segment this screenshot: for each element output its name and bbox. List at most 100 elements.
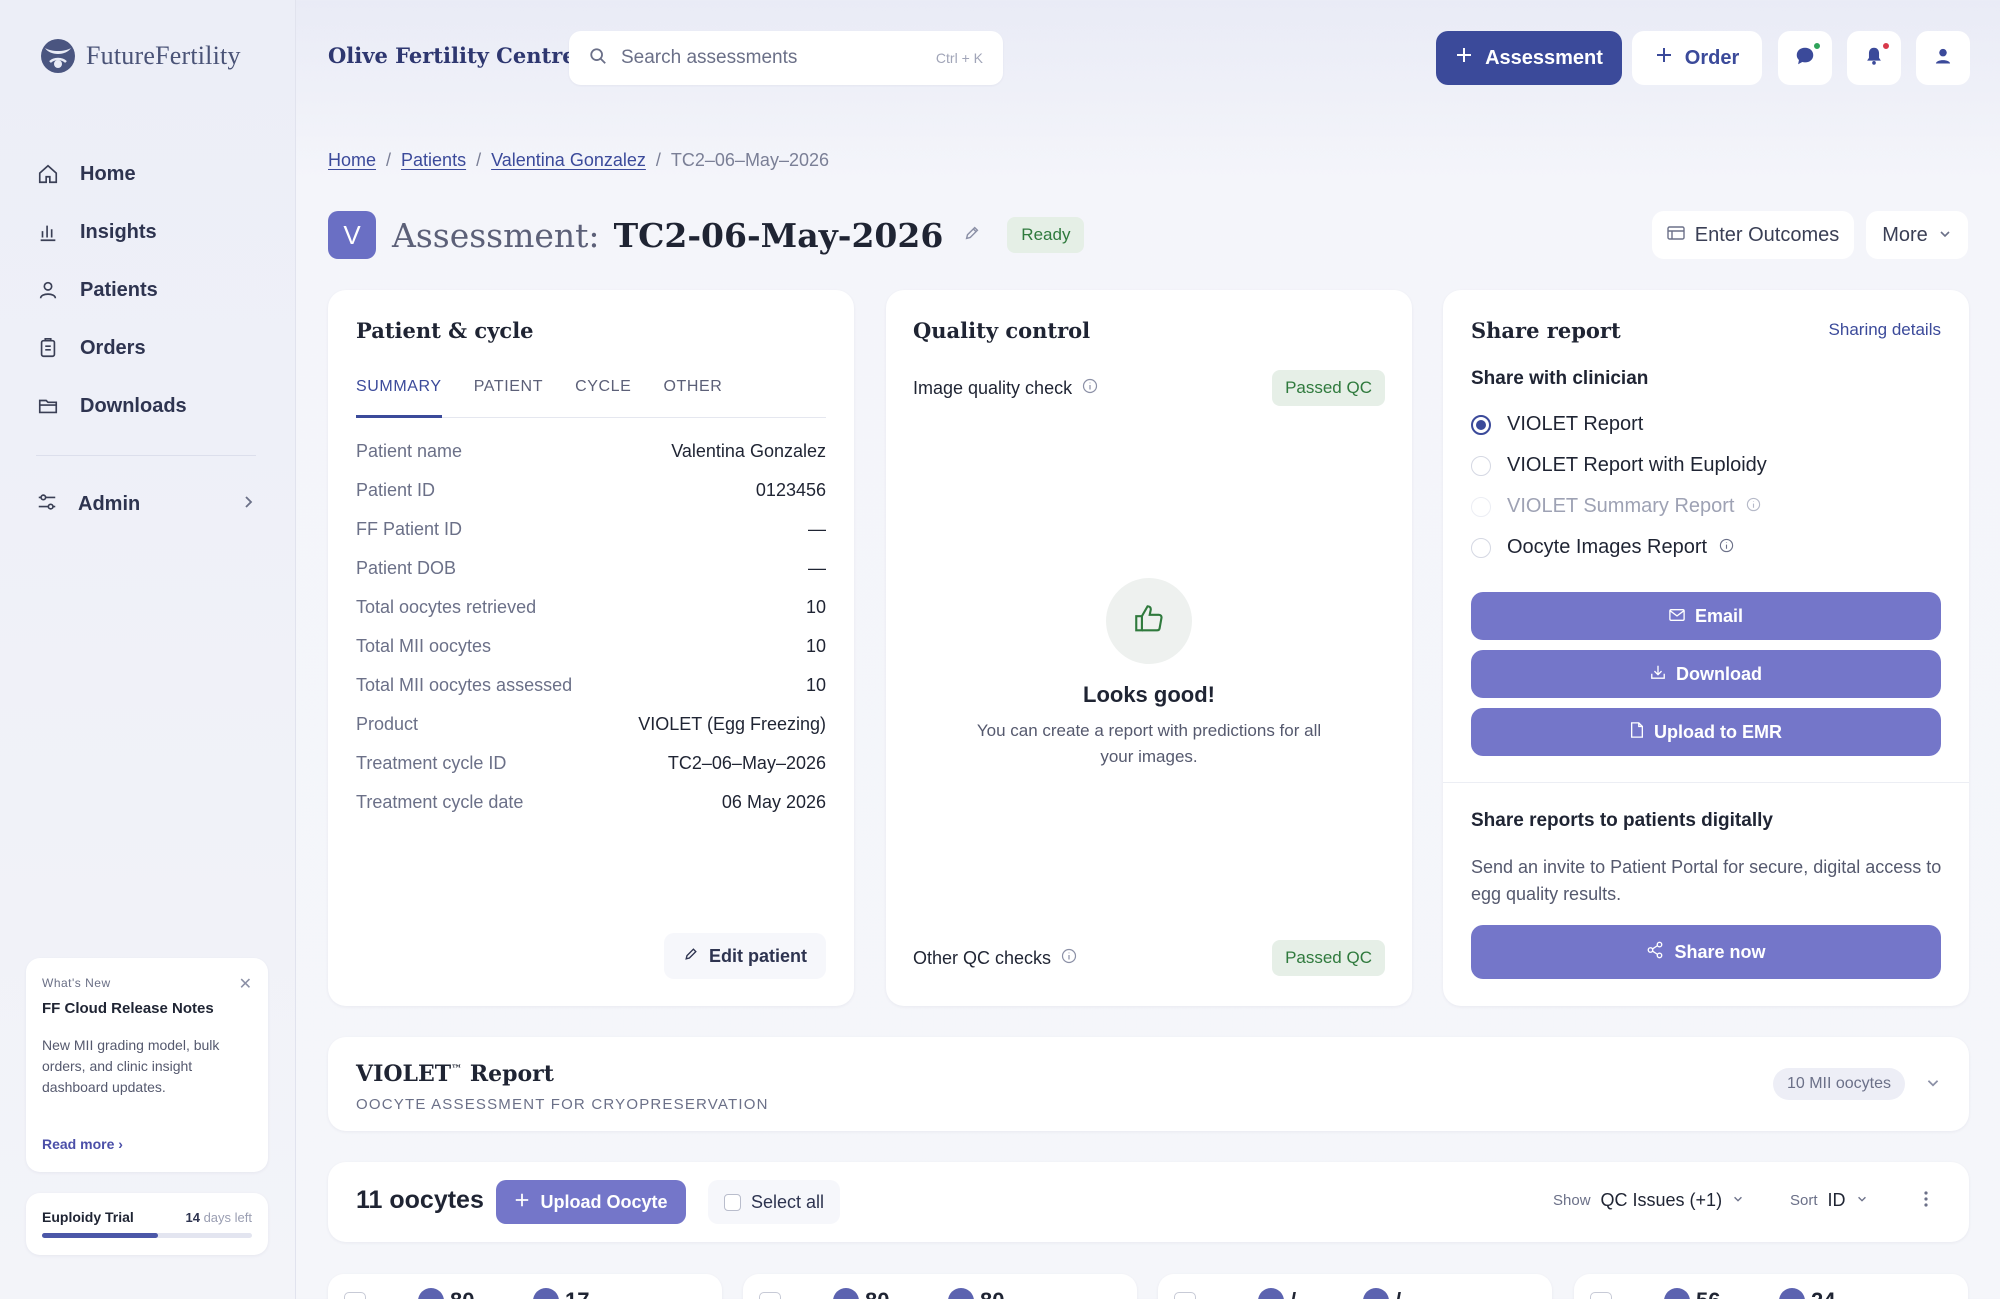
radio-label: VIOLET Summary Report (1507, 495, 1735, 517)
profile-button[interactable] (1916, 31, 1970, 85)
search-shortcut: Ctrl + K (935, 50, 983, 66)
oocyte-card[interactable]: / / (1158, 1274, 1552, 1299)
new-assessment-button[interactable]: Assessment (1436, 31, 1622, 85)
sliders-icon (36, 491, 58, 518)
summary-row: Patient DOB — (356, 549, 826, 588)
breadcrumb-home[interactable]: Home (328, 150, 376, 171)
sidebar-item-patients[interactable]: Patients (36, 261, 256, 319)
breadcrumb-patients[interactable]: Patients (401, 150, 466, 171)
summary-row: Treatment cycle date 06 May 2026 (356, 783, 826, 822)
bar-chart-icon (36, 220, 60, 244)
info-icon[interactable] (1746, 495, 1761, 518)
share-icon (1646, 941, 1664, 964)
read-more-link[interactable]: Read more › (42, 1136, 123, 1152)
breadcrumb-separator: / (655, 150, 661, 170)
enter-outcomes-label: Enter Outcomes (1694, 223, 1840, 246)
info-icon[interactable] (1061, 948, 1077, 969)
search-input[interactable]: Search assessments Ctrl + K (569, 31, 1003, 85)
summary-value: VIOLET (Egg Freezing) (638, 714, 826, 734)
sidebar-item-home[interactable]: Home (36, 145, 256, 203)
share-patients-description: Send an invite to Patient Portal for sec… (1471, 857, 1942, 904)
upload-oocyte-button[interactable]: Upload Oocyte (496, 1180, 686, 1224)
pencil-icon[interactable] (963, 224, 981, 247)
checkbox[interactable] (344, 1292, 366, 1299)
sidebar-item-downloads[interactable]: Downloads (36, 377, 256, 435)
summary-value: 0123456 (755, 480, 826, 500)
sidebar-item-insights[interactable]: Insights (36, 203, 256, 261)
sharing-details-link[interactable]: Sharing details (1829, 320, 1941, 340)
close-icon[interactable]: ✕ (239, 974, 252, 994)
summary-row: Total oocytes retrieved 10 (356, 588, 826, 627)
more-options-icon[interactable] (1923, 1190, 1929, 1213)
radio-violet-report[interactable]: VIOLET Report (1471, 404, 1767, 445)
enter-outcomes-button[interactable]: Enter Outcomes (1652, 211, 1854, 259)
futurefertility-logo-icon (41, 39, 75, 73)
clinic-name: Olive Fertility Centre (328, 43, 576, 68)
oocyte-card[interactable]: 56 24 (1574, 1274, 1968, 1299)
radio-violet-report-euploidy[interactable]: VIOLET Report with Euploidy (1471, 445, 1767, 486)
email-report-button[interactable]: Email (1471, 592, 1941, 640)
sidebar-item-label: Patients (80, 278, 158, 301)
whats-new-title: FF Cloud Release Notes (42, 1000, 214, 1017)
edit-patient-button[interactable]: Edit patient (664, 933, 826, 979)
qc-result-title: Looks good! (1083, 682, 1215, 707)
other-qc-checks-label: Other QC checks (913, 947, 1052, 968)
notifications-button[interactable] (1847, 31, 1901, 85)
checkbox[interactable] (759, 1292, 781, 1299)
brand-logo[interactable]: FutureFertility (38, 36, 241, 76)
euploidy-trial-card[interactable]: Euploidy Trial 14 days left (26, 1193, 268, 1255)
sort-label: Sort (1790, 1192, 1818, 1209)
score-value: 80 (865, 1288, 889, 1299)
table-icon (1667, 224, 1685, 247)
sort-value: ID (1827, 1190, 1846, 1210)
checkbox[interactable] (1174, 1292, 1196, 1299)
patient-summary-list: Patient name Valentina Gonzalez Patient I… (356, 432, 826, 822)
more-menu-button[interactable]: More (1866, 211, 1968, 259)
user-icon (36, 278, 60, 302)
tab-summary[interactable]: SUMMARY (356, 378, 442, 418)
patient-cycle-tabs: SUMMARY PATIENT CYCLE OTHER (356, 378, 826, 418)
share-now-button[interactable]: Share now (1471, 925, 1941, 979)
checkbox[interactable] (724, 1193, 741, 1211)
chat-button[interactable] (1778, 31, 1832, 85)
info-icon[interactable] (1719, 536, 1734, 559)
new-order-button[interactable]: Order (1632, 31, 1762, 85)
sidebar-item-orders[interactable]: Orders (36, 319, 256, 377)
user-avatar-icon (1933, 46, 1953, 71)
radio-button[interactable] (1471, 414, 1491, 435)
upload-emr-button[interactable]: Upload to EMR (1471, 708, 1941, 756)
summary-key: Treatment cycle ID (356, 753, 507, 773)
show-filter-dropdown[interactable]: Show QC Issues (+1) (1553, 1190, 1744, 1211)
sidebar: FutureFertility Home Insights Patients O… (0, 0, 296, 1299)
select-all-checkbox[interactable]: Select all (708, 1180, 840, 1224)
tab-other[interactable]: OTHER (663, 378, 722, 418)
radio-button[interactable] (1471, 537, 1491, 558)
new-order-label: Order (1684, 46, 1740, 69)
checkbox[interactable] (1590, 1292, 1612, 1299)
divider (1443, 782, 1969, 783)
sidebar-item-label: Insights (80, 220, 157, 243)
download-label: Download (1676, 663, 1762, 684)
breadcrumb-patient[interactable]: Valentina Gonzalez (491, 150, 646, 171)
tab-cycle[interactable]: CYCLE (575, 378, 631, 418)
oocyte-card[interactable]: 80 17 (328, 1274, 722, 1299)
oocyte-card[interactable]: 80 80 (743, 1274, 1137, 1299)
sort-dropdown[interactable]: Sort ID (1790, 1190, 1868, 1211)
plus-icon (1655, 46, 1673, 70)
radio-button[interactable] (1471, 455, 1491, 476)
search-icon (589, 47, 607, 70)
summary-row: Treatment cycle ID TC2–06–May–2026 (356, 744, 826, 783)
score-value: 56 (1696, 1288, 1720, 1299)
sidebar-item-admin[interactable]: Admin (36, 475, 256, 533)
score-icon (533, 1288, 559, 1299)
radio-label: VIOLET Report with Euploidy (1507, 454, 1767, 476)
other-qc-checks-row: Other QC checks Passed QC (913, 940, 1385, 976)
chevron-down-icon[interactable] (1925, 1075, 1941, 1096)
radio-oocyte-images-report[interactable]: Oocyte Images Report (1471, 527, 1767, 568)
tab-patient[interactable]: PATIENT (474, 378, 543, 418)
info-icon[interactable] (1082, 378, 1098, 399)
download-report-button[interactable]: Download (1471, 650, 1941, 698)
violet-report-section[interactable]: VIOLET™ Report OOCYTE ASSESSMENT FOR CRY… (328, 1037, 1969, 1131)
sidebar-divider (36, 455, 256, 456)
radio-violet-summary-report: VIOLET Summary Report (1471, 486, 1767, 527)
